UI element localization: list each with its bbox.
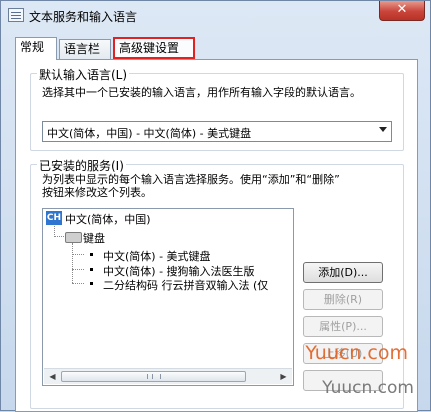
scroll-right-icon[interactable]: ▶ xyxy=(276,370,291,383)
default-language-dropdown[interactable]: 中文(简体，中国) - 中文(简体) - 美式键盘 xyxy=(42,121,392,142)
scroll-left-icon[interactable]: ◀ xyxy=(45,370,60,383)
window-title: 文本服务和输入语言 xyxy=(29,10,138,24)
default-language-selected: 中文(简体，中国) - 中文(简体) - 美式键盘 xyxy=(47,127,252,140)
bullet-icon xyxy=(90,282,93,285)
tree-item[interactable]: 中文(简体) - 搜狗输入法医生版 xyxy=(43,262,293,278)
watermark-logo: Yuucn.com xyxy=(305,342,408,364)
language-badge: CH xyxy=(46,211,62,225)
tab-general[interactable]: 常规 xyxy=(15,37,57,60)
default-language-title: 默认输入语言(L) xyxy=(37,66,130,83)
tab-language-bar[interactable]: 语言栏 xyxy=(59,39,111,59)
close-icon: ✕ xyxy=(396,2,408,17)
default-language-description: 选择其中一个已安装的输入语言，用作所有输入字段的默认语言。 xyxy=(42,86,361,99)
tree-node-language[interactable]: CH 中文(简体，中国) xyxy=(43,209,243,227)
installed-services-tree[interactable]: CH 中文(简体，中国) 键盘 中文(简体) - 美式键盘 中文(简体) - 搜… xyxy=(42,208,294,386)
tree-language-label: 中文(简体，中国) xyxy=(65,213,151,226)
grip-icon xyxy=(147,374,161,379)
tree-item[interactable]: 中文(简体) - 美式键盘 xyxy=(43,247,293,263)
bullet-icon xyxy=(90,268,93,271)
add-button[interactable]: 添加(D)... xyxy=(303,262,383,283)
app-window-icon xyxy=(8,8,24,22)
remove-button[interactable]: 删除(R) xyxy=(303,289,383,310)
dialog-window: 文本服务和输入语言 ✕ 常规 语言栏 高级键设置 默认输入语言(L) 选择其中一… xyxy=(0,0,431,412)
tree-category-label: 键盘 xyxy=(83,232,105,245)
tree-item[interactable]: 二分结构码 行云拼音双输入法 (仅 xyxy=(43,276,293,292)
tree-item-label: 二分结构码 行云拼音双输入法 (仅 xyxy=(103,279,269,292)
installed-services-description-1: 为列表中显示的每个输入语言选择服务。使用“添加”和“删除” xyxy=(42,173,340,186)
close-button[interactable]: ✕ xyxy=(379,1,425,21)
title-bar[interactable]: 文本服务和输入语言 ✕ xyxy=(1,1,430,31)
properties-button[interactable]: 属性(P)... xyxy=(303,316,383,337)
watermark-text: Yuucn.com xyxy=(322,378,414,398)
chevron-down-icon xyxy=(379,127,387,132)
bullet-icon xyxy=(90,253,93,256)
tab-advanced-key-settings[interactable]: 高级键设置 xyxy=(113,37,195,59)
keyboard-icon xyxy=(65,232,82,243)
installed-services-description-2: 按钮来修改这个列表。 xyxy=(42,186,152,199)
horizontal-scrollbar[interactable]: ◀ ▶ xyxy=(44,368,292,384)
installed-services-title: 已安装的服务(I) xyxy=(37,157,126,174)
tree-node-keyboard[interactable]: 键盘 xyxy=(43,228,143,245)
scrollbar-thumb[interactable] xyxy=(61,371,246,382)
